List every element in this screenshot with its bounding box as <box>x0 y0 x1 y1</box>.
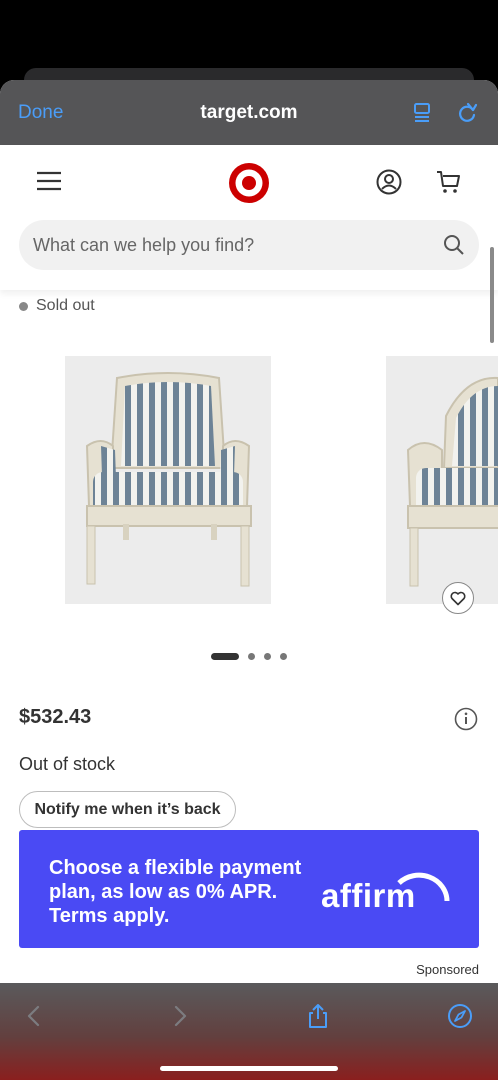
product-image-2[interactable] <box>386 356 498 604</box>
stock-status: Out of stock <box>19 754 116 774</box>
product-price: $532.43 <box>19 706 92 728</box>
url-label[interactable]: target.com <box>200 102 297 124</box>
affirm-ad-banner[interactable]: Choose a flexible payment plan, as low a… <box>19 830 479 948</box>
menu-icon[interactable] <box>36 171 62 191</box>
notify-me-button[interactable]: Notify me when it’s back <box>19 791 236 828</box>
carousel-dot[interactable] <box>280 653 287 660</box>
forward-icon[interactable] <box>166 1003 192 1029</box>
share-icon[interactable] <box>305 1003 331 1029</box>
home-indicator[interactable] <box>160 1066 338 1071</box>
carousel-indicator[interactable] <box>211 653 287 660</box>
account-icon[interactable] <box>376 169 402 195</box>
carousel-dot[interactable] <box>264 653 271 660</box>
product-image-1[interactable] <box>65 356 271 604</box>
compass-icon[interactable] <box>447 1003 473 1029</box>
sponsored-label: Sponsored <box>416 962 479 977</box>
cart-icon[interactable] <box>436 169 462 195</box>
availability-label: Sold out <box>36 297 95 314</box>
reload-icon[interactable] <box>456 102 478 124</box>
search-input[interactable]: What can we help you find? <box>19 220 479 270</box>
status-dot <box>19 301 28 311</box>
affirm-ad-text: Choose a flexible payment plan, as low a… <box>49 857 302 927</box>
target-logo[interactable] <box>228 162 270 204</box>
back-icon[interactable] <box>22 1003 48 1029</box>
armchair-image-angle <box>406 376 498 587</box>
safari-top-bar: Done target.com <box>0 80 498 145</box>
heart-icon <box>450 591 466 605</box>
armchair-image <box>85 372 252 587</box>
scrollbar[interactable] <box>490 247 494 343</box>
availability-badge: Sold out <box>19 297 95 315</box>
browser-sheet: Done target.com What can we help you fin… <box>0 80 498 1080</box>
favorite-button[interactable] <box>442 582 474 614</box>
search-icon[interactable] <box>443 234 465 256</box>
affirm-wordmark: affirm <box>321 877 416 914</box>
affirm-logo: affirm <box>321 857 451 914</box>
reader-icon[interactable] <box>412 102 432 124</box>
carousel-dot-active[interactable] <box>211 653 239 660</box>
carousel-dot[interactable] <box>248 653 255 660</box>
done-button[interactable]: Done <box>18 102 63 124</box>
search-placeholder: What can we help you find? <box>33 235 255 255</box>
info-icon[interactable] <box>454 707 478 731</box>
site-header: What can we help you find? <box>0 145 498 343</box>
